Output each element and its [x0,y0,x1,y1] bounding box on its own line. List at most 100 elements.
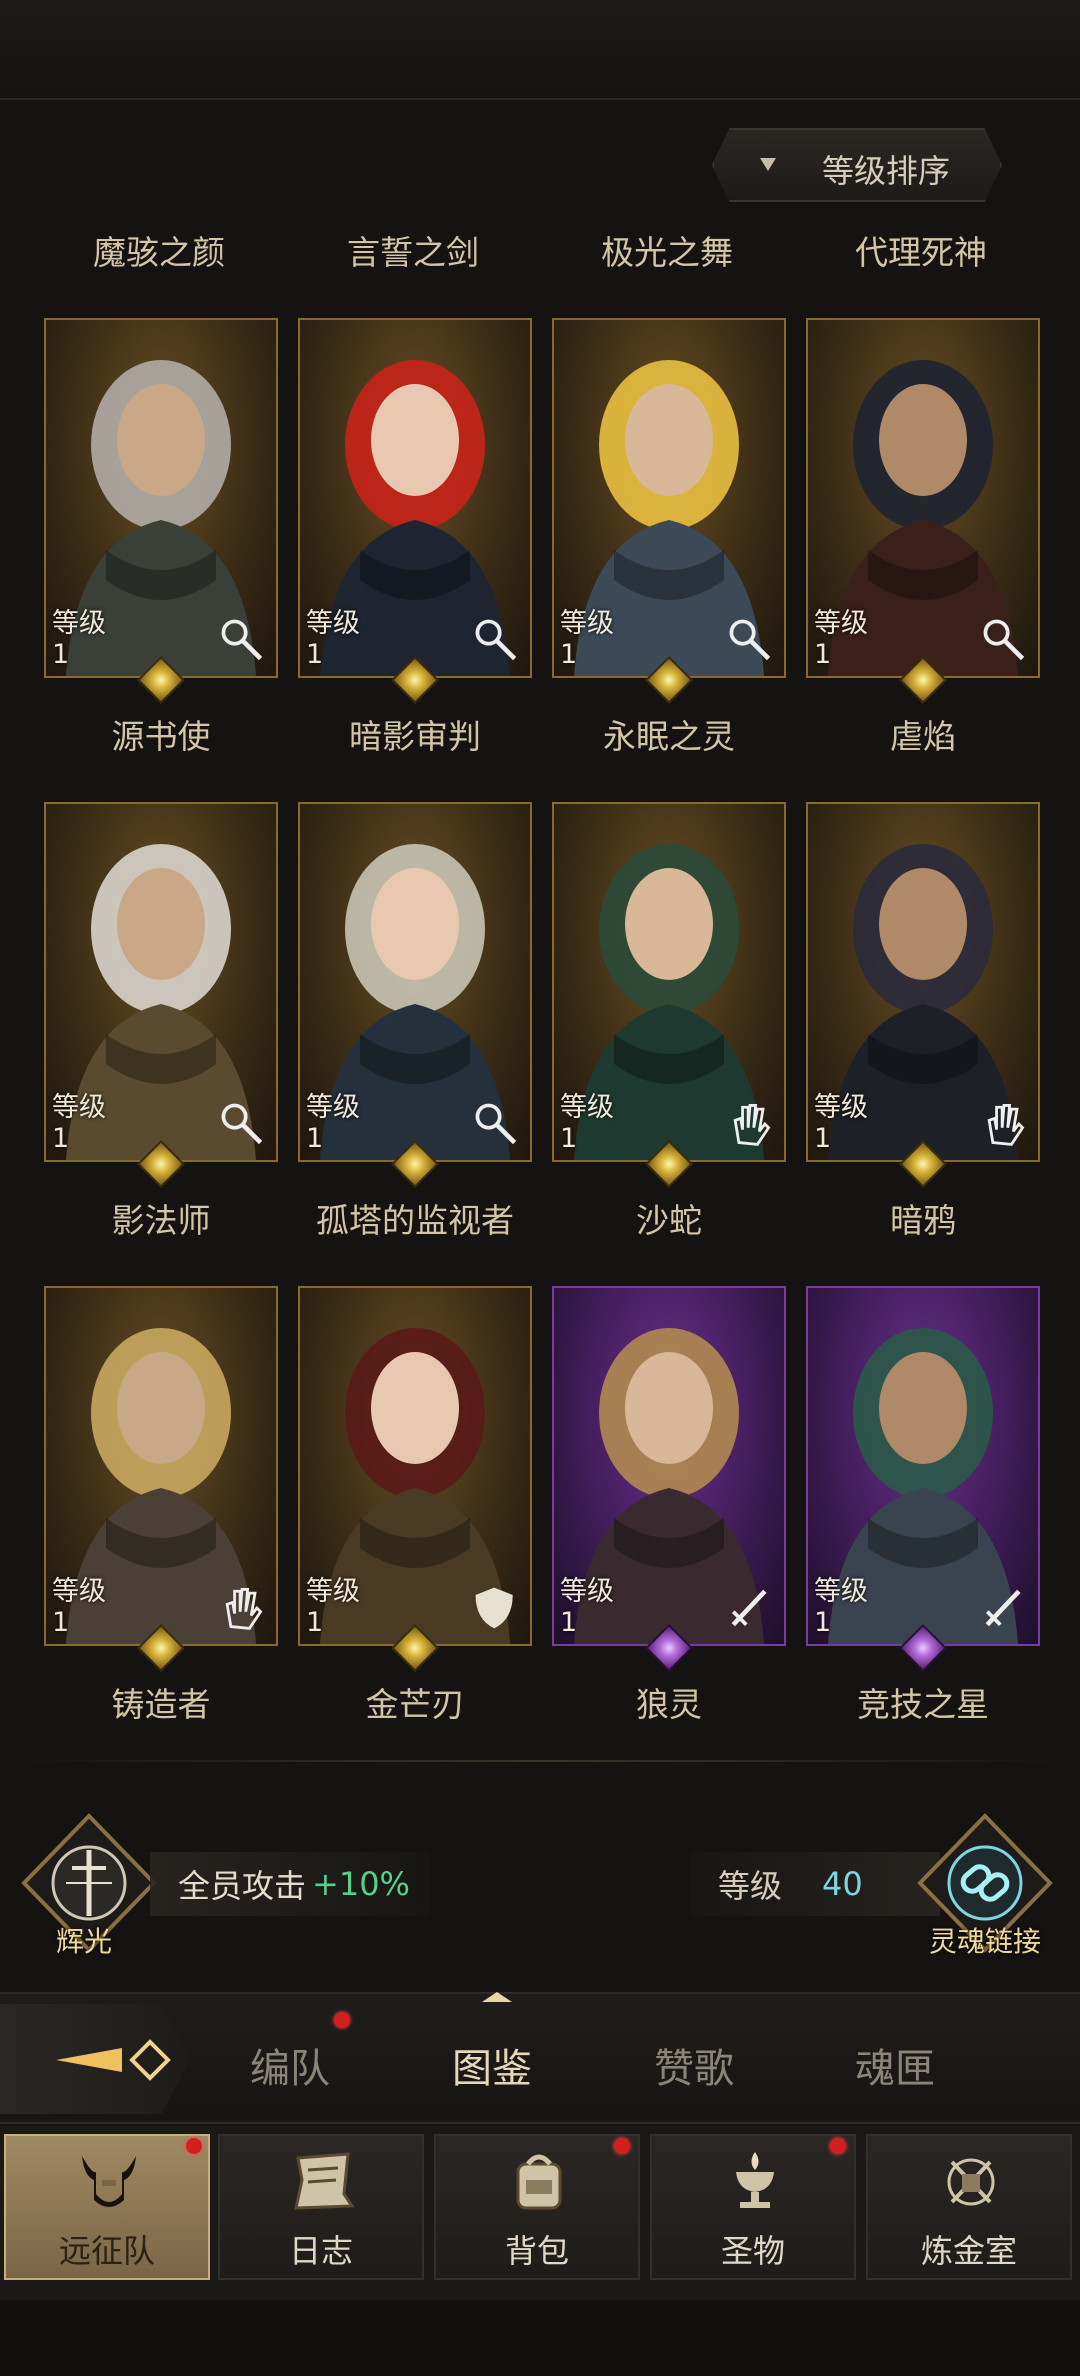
nav-expedition[interactable]: 远征队 [4,2134,210,2280]
hero-level: 等级 1 [306,1092,360,1154]
active-tab-indicator [482,1992,512,2002]
staff-icon [475,619,517,661]
hero-level-label: 等级 [814,1576,868,1607]
sword-icon [985,1589,1021,1627]
hero-level-value: 1 [560,1123,578,1154]
nav-journal-label: 日志 [288,2232,353,2270]
nav-alchemy-label: 炼金室 [920,2232,1017,2270]
bottom-strip [0,2300,1080,2376]
hero-level-value: 1 [814,639,832,670]
nav-journal[interactable]: 日志 [218,2134,424,2280]
hero-level: 等级 1 [306,1576,360,1638]
hero-card[interactable]: 等级 1 [552,318,786,678]
hero-level-label: 等级 [560,1576,614,1607]
hero-level-value: 1 [560,1607,578,1638]
hero-level-value: 1 [814,1123,832,1154]
hero-name: 暗鸦 [890,1201,956,1240]
hand-icon [225,1588,263,1630]
hero-name: 影法师 [111,1201,211,1240]
shield-icon [475,1587,513,1629]
hero-name: 竞技之星 [857,1685,989,1724]
staff-icon [221,619,263,661]
hero-name: 金芒刃 [365,1685,465,1724]
hero-card[interactable]: 等级 1 [806,318,1040,678]
radiance-bonus-text: 全员攻击 [178,1867,307,1905]
hero-card[interactable]: 等级 1 [298,802,532,1162]
section-divider [0,1760,1080,1762]
hero-card[interactable]: 等级 1 [44,802,278,1162]
hero-level: 等级 1 [814,608,868,670]
hero-card[interactable]: 等级 1 [552,802,786,1162]
hero-level-label: 等级 [814,608,868,639]
hero-level-value: 1 [306,639,324,670]
soul-link-level-bar: 等级 40 [690,1852,940,1916]
hand-icon [987,1104,1025,1146]
hero-level: 等级 1 [52,1092,106,1154]
caret-down-icon [760,158,776,171]
nav-alchemy[interactable]: 炼金室 [866,2134,1072,2280]
tab-codex[interactable]: 图鉴 [452,2036,532,2094]
expedition-notification-dot [186,2138,202,2154]
soul-link-level-label: 等级 [718,1867,783,1905]
hero-level-label: 等级 [306,1576,360,1607]
nav-relics[interactable]: 圣物 [650,2134,856,2280]
tab-soul-box[interactable]: 魂匣 [855,2036,935,2094]
hero-card[interactable]: 等级 1 [806,802,1040,1162]
hero-card[interactable]: 等级 1 [298,1286,532,1646]
hero-card[interactable]: 等级 1 [44,1286,278,1646]
radiance-bonus-bar: 全员攻击 +10% [150,1852,430,1916]
sword-icon [731,1589,767,1627]
radiance-bonus-value: +10% [312,1865,410,1903]
hero-level: 等级 1 [560,1092,614,1154]
hero-name-top-4: 代理死神 [855,233,987,272]
hero-name-top-2: 言誓之剑 [347,233,479,272]
hero-level-label: 等级 [52,1092,106,1123]
hero-name-top-3: 极光之舞 [601,233,733,272]
hero-name: 孤塔的监视者 [316,1201,514,1240]
alchemy-icon [947,2158,995,2206]
backpack-notification-dot [614,2138,630,2154]
back-button[interactable] [0,2004,190,2114]
hero-card[interactable]: 等级 1 [298,318,532,678]
hero-name: 永眠之灵 [603,717,735,756]
sort-by-level-button[interactable]: 等级排序 [712,128,1002,202]
hero-name: 沙蛇 [636,1201,702,1240]
hero-name-top-1: 魔骇之颜 [93,233,225,272]
backpack-icon [516,2154,562,2210]
hero-name: 铸造者 [111,1685,211,1724]
formation-notification-dot [334,2012,350,2028]
soul-link-label: 灵魂链接 [928,1925,1041,1958]
staff-icon [983,619,1025,661]
collection-tab-bar: 编队 图鉴 赞歌 魂匣 [0,1992,1080,2124]
radiance-emblem[interactable]: 辉光 [14,1808,164,1958]
top-decor-bar [0,0,1080,100]
hero-level-value: 1 [560,639,578,670]
hero-card[interactable]: 等级 1 [44,318,278,678]
hero-level: 等级 1 [52,608,106,670]
nav-backpack[interactable]: 背包 [434,2134,640,2280]
hero-card[interactable]: 等级 1 [552,1286,786,1646]
hero-level-value: 1 [52,639,70,670]
hero-level-label: 等级 [306,1092,360,1123]
hero-name: 暗影审判 [349,717,481,756]
staff-icon [729,619,771,661]
radiance-label: 辉光 [56,1925,113,1958]
hero-level-value: 1 [306,1607,324,1638]
hero-level: 等级 1 [52,1576,106,1638]
back-arrow-icon [56,2039,171,2081]
hero-card[interactable]: 等级 1 [806,1286,1040,1646]
staff-icon [475,1103,517,1145]
hero-level: 等级 1 [560,1576,614,1638]
hero-level: 等级 1 [306,608,360,670]
relics-notification-dot [830,2138,846,2154]
soul-link-emblem[interactable]: 灵魂链接 [910,1808,1060,1958]
hero-level-label: 等级 [814,1092,868,1123]
tab-hymn[interactable]: 赞歌 [654,2036,734,2094]
hero-level-label: 等级 [560,608,614,639]
nav-expedition-label: 远征队 [58,2232,155,2270]
hero-level-label: 等级 [560,1092,614,1123]
hero-level-value: 1 [814,1607,832,1638]
tab-formation[interactable]: 编队 [250,2036,330,2094]
sort-button-label: 等级排序 [822,152,951,190]
hand-icon [733,1104,771,1146]
